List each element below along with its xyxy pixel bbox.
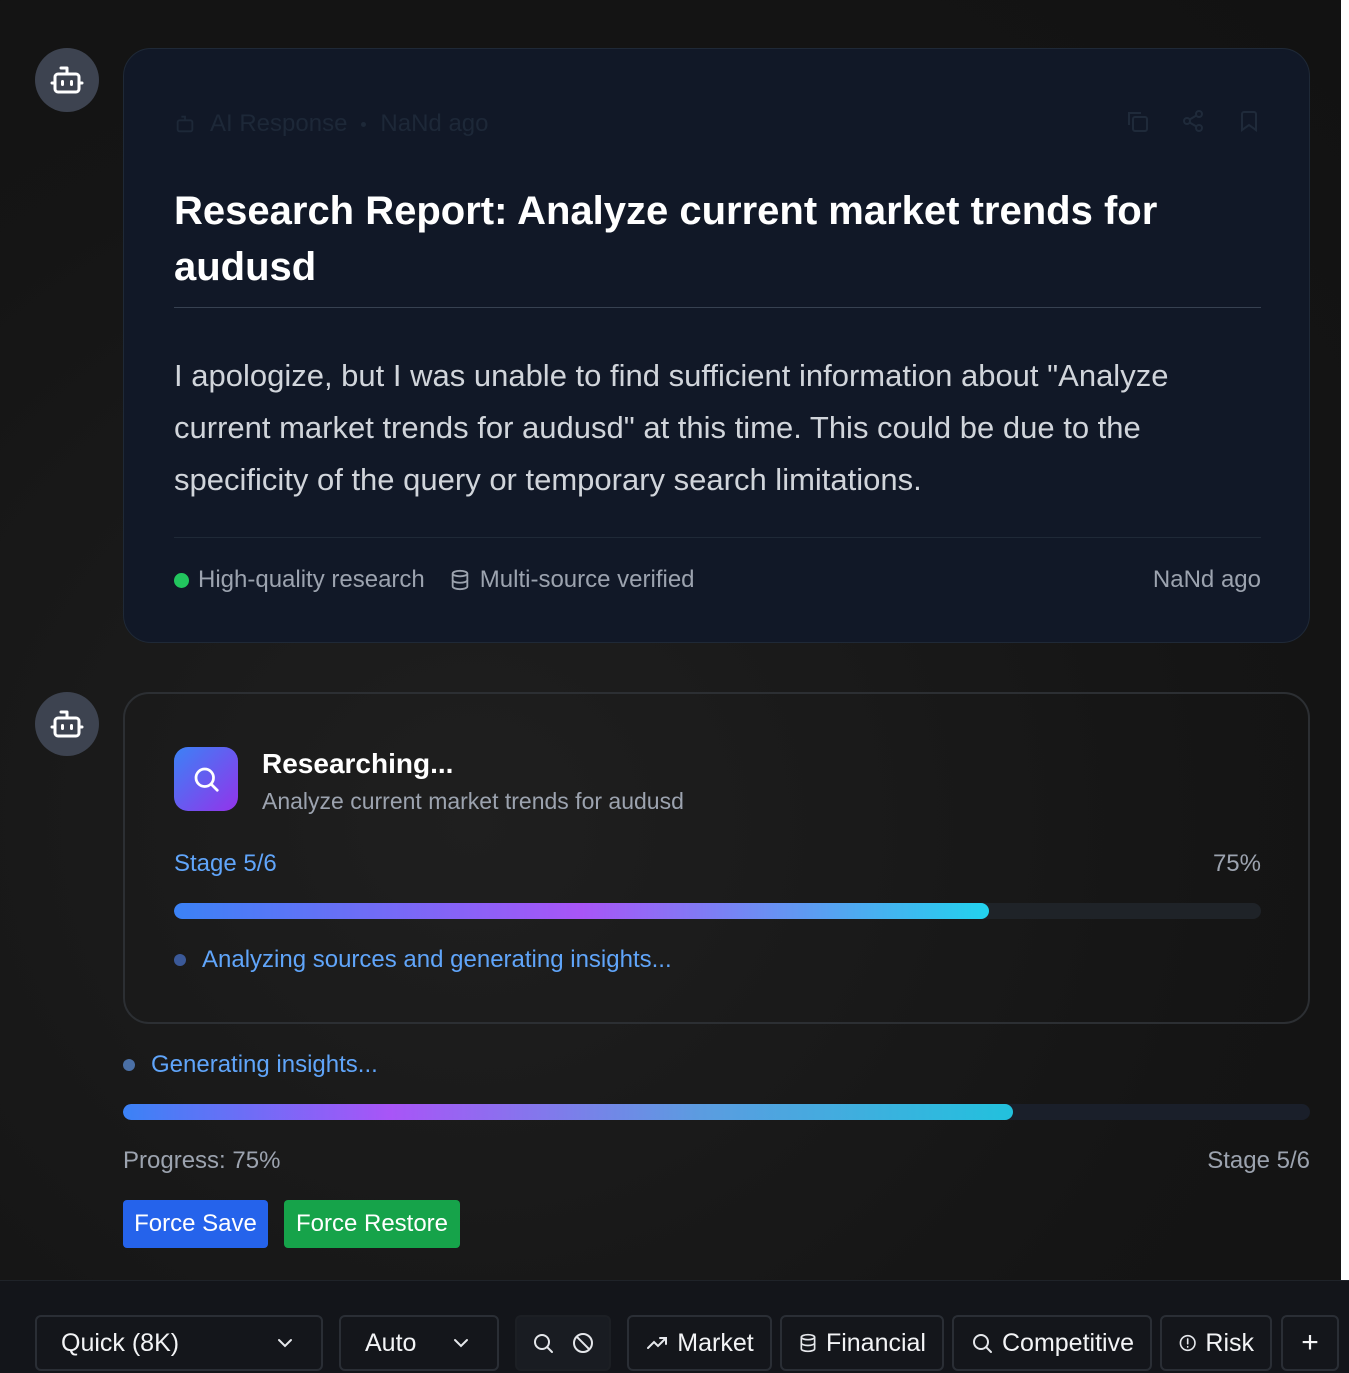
pulse-dot-icon — [174, 954, 186, 966]
financial-chip[interactable]: Financial — [780, 1315, 944, 1371]
bookmark-icon[interactable] — [1237, 109, 1261, 133]
report-title: Research Report: Analyze current market … — [174, 189, 1158, 289]
add-chip-button[interactable]: + — [1281, 1315, 1339, 1371]
research-status: Analyzing sources and generating insight… — [174, 946, 672, 974]
overall-progress-bar — [123, 1104, 1310, 1120]
force-save-button[interactable]: Force Save — [123, 1200, 268, 1248]
research-progress-card: Researching... Analyze current market tr… — [123, 692, 1310, 1024]
search-badge — [174, 747, 238, 811]
chat-page: AI Response NaNd ago Research Report: An… — [0, 0, 1349, 1373]
bot-icon — [50, 710, 84, 738]
report-body: I apologize, but I was unable to find su… — [174, 358, 1169, 497]
search-icon[interactable] — [531, 1331, 555, 1355]
research-status-text: Analyzing sources and generating insight… — [202, 946, 672, 973]
research-progress-bar — [174, 903, 1261, 919]
stage-label: Stage 5/6 — [174, 850, 277, 877]
scrollbar-track[interactable] — [1341, 0, 1349, 1280]
pulse-dot-icon — [123, 1059, 135, 1071]
report-timestamp: NaNd ago — [1152, 566, 1261, 593]
risk-chip[interactable]: Risk — [1160, 1315, 1272, 1371]
report-actions — [1125, 109, 1261, 133]
overall-progress-row: Progress: 75% Stage 5/6 — [123, 1147, 1310, 1175]
report-footer: High-quality research Multi-source verif… — [174, 563, 1261, 597]
verified-badge: Multi-source verified — [449, 566, 695, 594]
bot-icon — [176, 115, 194, 133]
search-icon — [973, 1334, 992, 1353]
mode-select-value: Quick (8K) — [61, 1328, 180, 1357]
quality-label: High-quality research — [198, 566, 425, 593]
bot-avatar — [35, 48, 99, 112]
competitive-chip-label: Competitive — [1002, 1328, 1134, 1357]
risk-chip-label: Risk — [1205, 1328, 1254, 1357]
meta-separator — [361, 121, 367, 127]
search-icon — [194, 767, 219, 792]
overall-progress-label: Progress: 75% — [123, 1147, 281, 1174]
research-title: Researching... — [262, 748, 454, 779]
alert-circle-icon — [1179, 1334, 1196, 1352]
status-dot-icon — [174, 572, 189, 588]
overall-stage-label: Stage 5/6 — [1207, 1147, 1310, 1174]
competitive-chip[interactable]: Competitive — [952, 1315, 1152, 1371]
report-meta-label: AI Response — [210, 110, 348, 137]
chevron-down-icon — [278, 1339, 292, 1348]
bot-avatar — [35, 692, 99, 756]
stage-percent: 75% — [1212, 850, 1261, 877]
overall-status-text: Generating insights... — [151, 1051, 378, 1078]
financial-chip-label: Financial — [825, 1328, 926, 1357]
chevron-down-icon — [454, 1339, 468, 1348]
market-chip-label: Market — [677, 1328, 754, 1357]
search-toggle-group — [515, 1315, 611, 1371]
overall-progress-fill — [123, 1104, 1014, 1120]
trending-up-icon — [647, 1337, 668, 1349]
model-select[interactable]: Auto — [339, 1315, 499, 1371]
title-divider — [174, 307, 1261, 308]
mode-select[interactable]: Quick (8K) — [35, 1315, 323, 1371]
report-card: AI Response NaNd ago Research Report: An… — [123, 48, 1310, 643]
market-chip[interactable]: Market — [627, 1315, 772, 1371]
report-meta-time: NaNd ago — [380, 110, 489, 137]
share-icon[interactable] — [1181, 109, 1205, 133]
footer-divider — [174, 537, 1261, 538]
overall-status: Generating insights... — [123, 1051, 378, 1079]
database-icon — [451, 569, 469, 591]
database-icon — [800, 1333, 816, 1353]
verified-label: Multi-source verified — [479, 566, 695, 593]
report-meta: AI Response NaNd ago — [174, 109, 489, 139]
bottom-toolbar: Quick (8K) Auto Market Financial Competi… — [0, 1280, 1349, 1373]
research-query: Analyze current market trends for audusd — [262, 788, 684, 814]
bot-icon — [50, 66, 84, 94]
force-restore-button[interactable]: Force Restore — [284, 1200, 460, 1248]
quality-badge: High-quality research — [174, 566, 425, 594]
research-progress-fill — [174, 903, 990, 919]
model-select-value: Auto — [365, 1328, 417, 1357]
ban-icon[interactable] — [571, 1331, 595, 1355]
stage-row: Stage 5/6 75% — [174, 850, 1261, 878]
copy-icon[interactable] — [1125, 109, 1149, 133]
